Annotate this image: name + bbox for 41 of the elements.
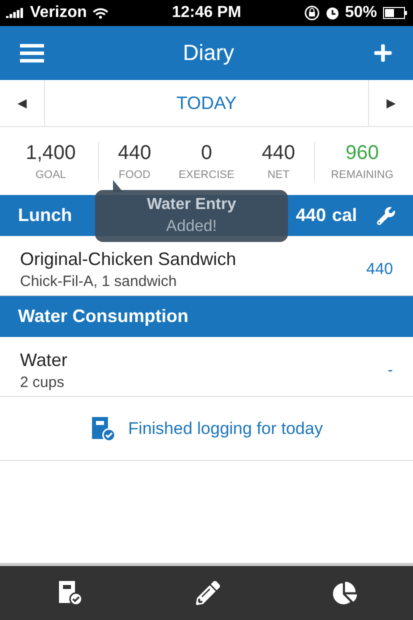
stat-label: EXERCISE: [178, 168, 234, 180]
add-icon[interactable]: [373, 43, 393, 63]
toast-message: Added!: [166, 218, 217, 236]
calorie-unit: cal: [332, 205, 357, 226]
food-entry-row[interactable]: Water 2 cups -: [0, 337, 413, 397]
meal-title: Water Consumption: [18, 306, 188, 327]
alarm-icon: [326, 6, 339, 20]
wifi-icon: [92, 6, 108, 20]
entry-name: Original-Chicken Sandwich: [20, 249, 238, 270]
pencil-icon: [196, 581, 220, 605]
entry-detail: Chick-Fil-A, 1 sandwich: [20, 273, 178, 290]
meal-title: Lunch: [18, 205, 72, 226]
stat-value: 1,400: [26, 142, 76, 164]
battery-icon: [383, 7, 407, 19]
menu-icon[interactable]: [20, 43, 44, 63]
status-time: 12:46 PM: [172, 4, 242, 22]
finish-logging-link[interactable]: Finished logging for today: [128, 418, 323, 438]
signal-icon: [6, 8, 24, 18]
entry-calories: -: [388, 362, 393, 380]
entry-detail: 2 cups: [20, 374, 66, 391]
stat-value: 0: [200, 142, 212, 164]
stat-value: 960: [346, 142, 379, 164]
date-button[interactable]: TODAY: [44, 80, 369, 126]
stat-label: GOAL: [35, 168, 66, 180]
stat-value: 440: [262, 142, 296, 164]
battery-percent: 50%: [344, 4, 377, 22]
carrier-name: Verizon: [30, 4, 87, 22]
pie-chart-icon: [332, 581, 356, 605]
stat-value: 440: [118, 142, 152, 164]
entry-calories: 440: [366, 260, 393, 278]
entry-name: Water: [20, 350, 68, 371]
stat-label: FOOD: [118, 168, 150, 180]
rotation-lock-icon: [304, 5, 320, 21]
diary-icon: [56, 580, 82, 606]
meal-calories: 440: [296, 205, 326, 226]
stat-label: REMAINING: [331, 168, 394, 180]
wrench-icon[interactable]: [377, 206, 395, 224]
stat-label: NET: [267, 168, 290, 180]
screen-title: Diary: [182, 40, 234, 66]
diary-check-icon: [90, 416, 116, 442]
toast-title: Water Entry: [146, 196, 236, 214]
